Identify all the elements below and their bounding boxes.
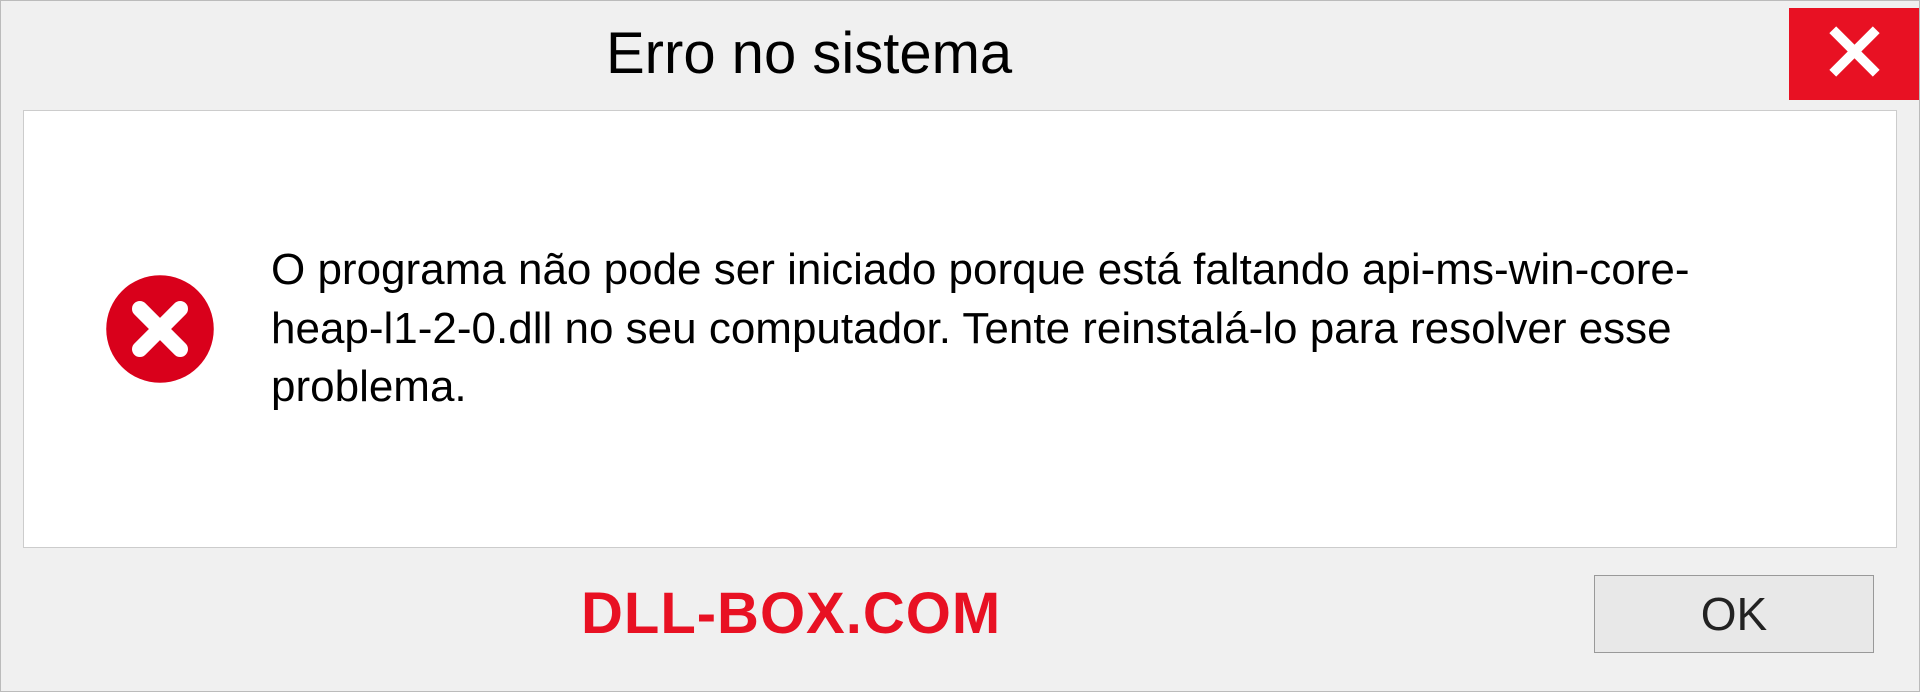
title-bar: Erro no sistema [1,1,1919,106]
close-button[interactable] [1789,8,1919,100]
error-dialog: Erro no sistema O programa não pode ser … [0,0,1920,692]
close-icon [1827,24,1882,84]
error-icon [104,273,216,385]
watermark-label: DLL-BOX.COM [46,580,1001,647]
dialog-footer: DLL-BOX.COM OK [1,561,1919,691]
dialog-content: O programa não pode ser iniciado porque … [23,110,1897,548]
ok-button[interactable]: OK [1594,575,1874,653]
dialog-title: Erro no sistema [1,20,1012,87]
ok-button-label: OK [1701,587,1767,641]
error-message: O programa não pode ser iniciado porque … [271,241,1801,417]
